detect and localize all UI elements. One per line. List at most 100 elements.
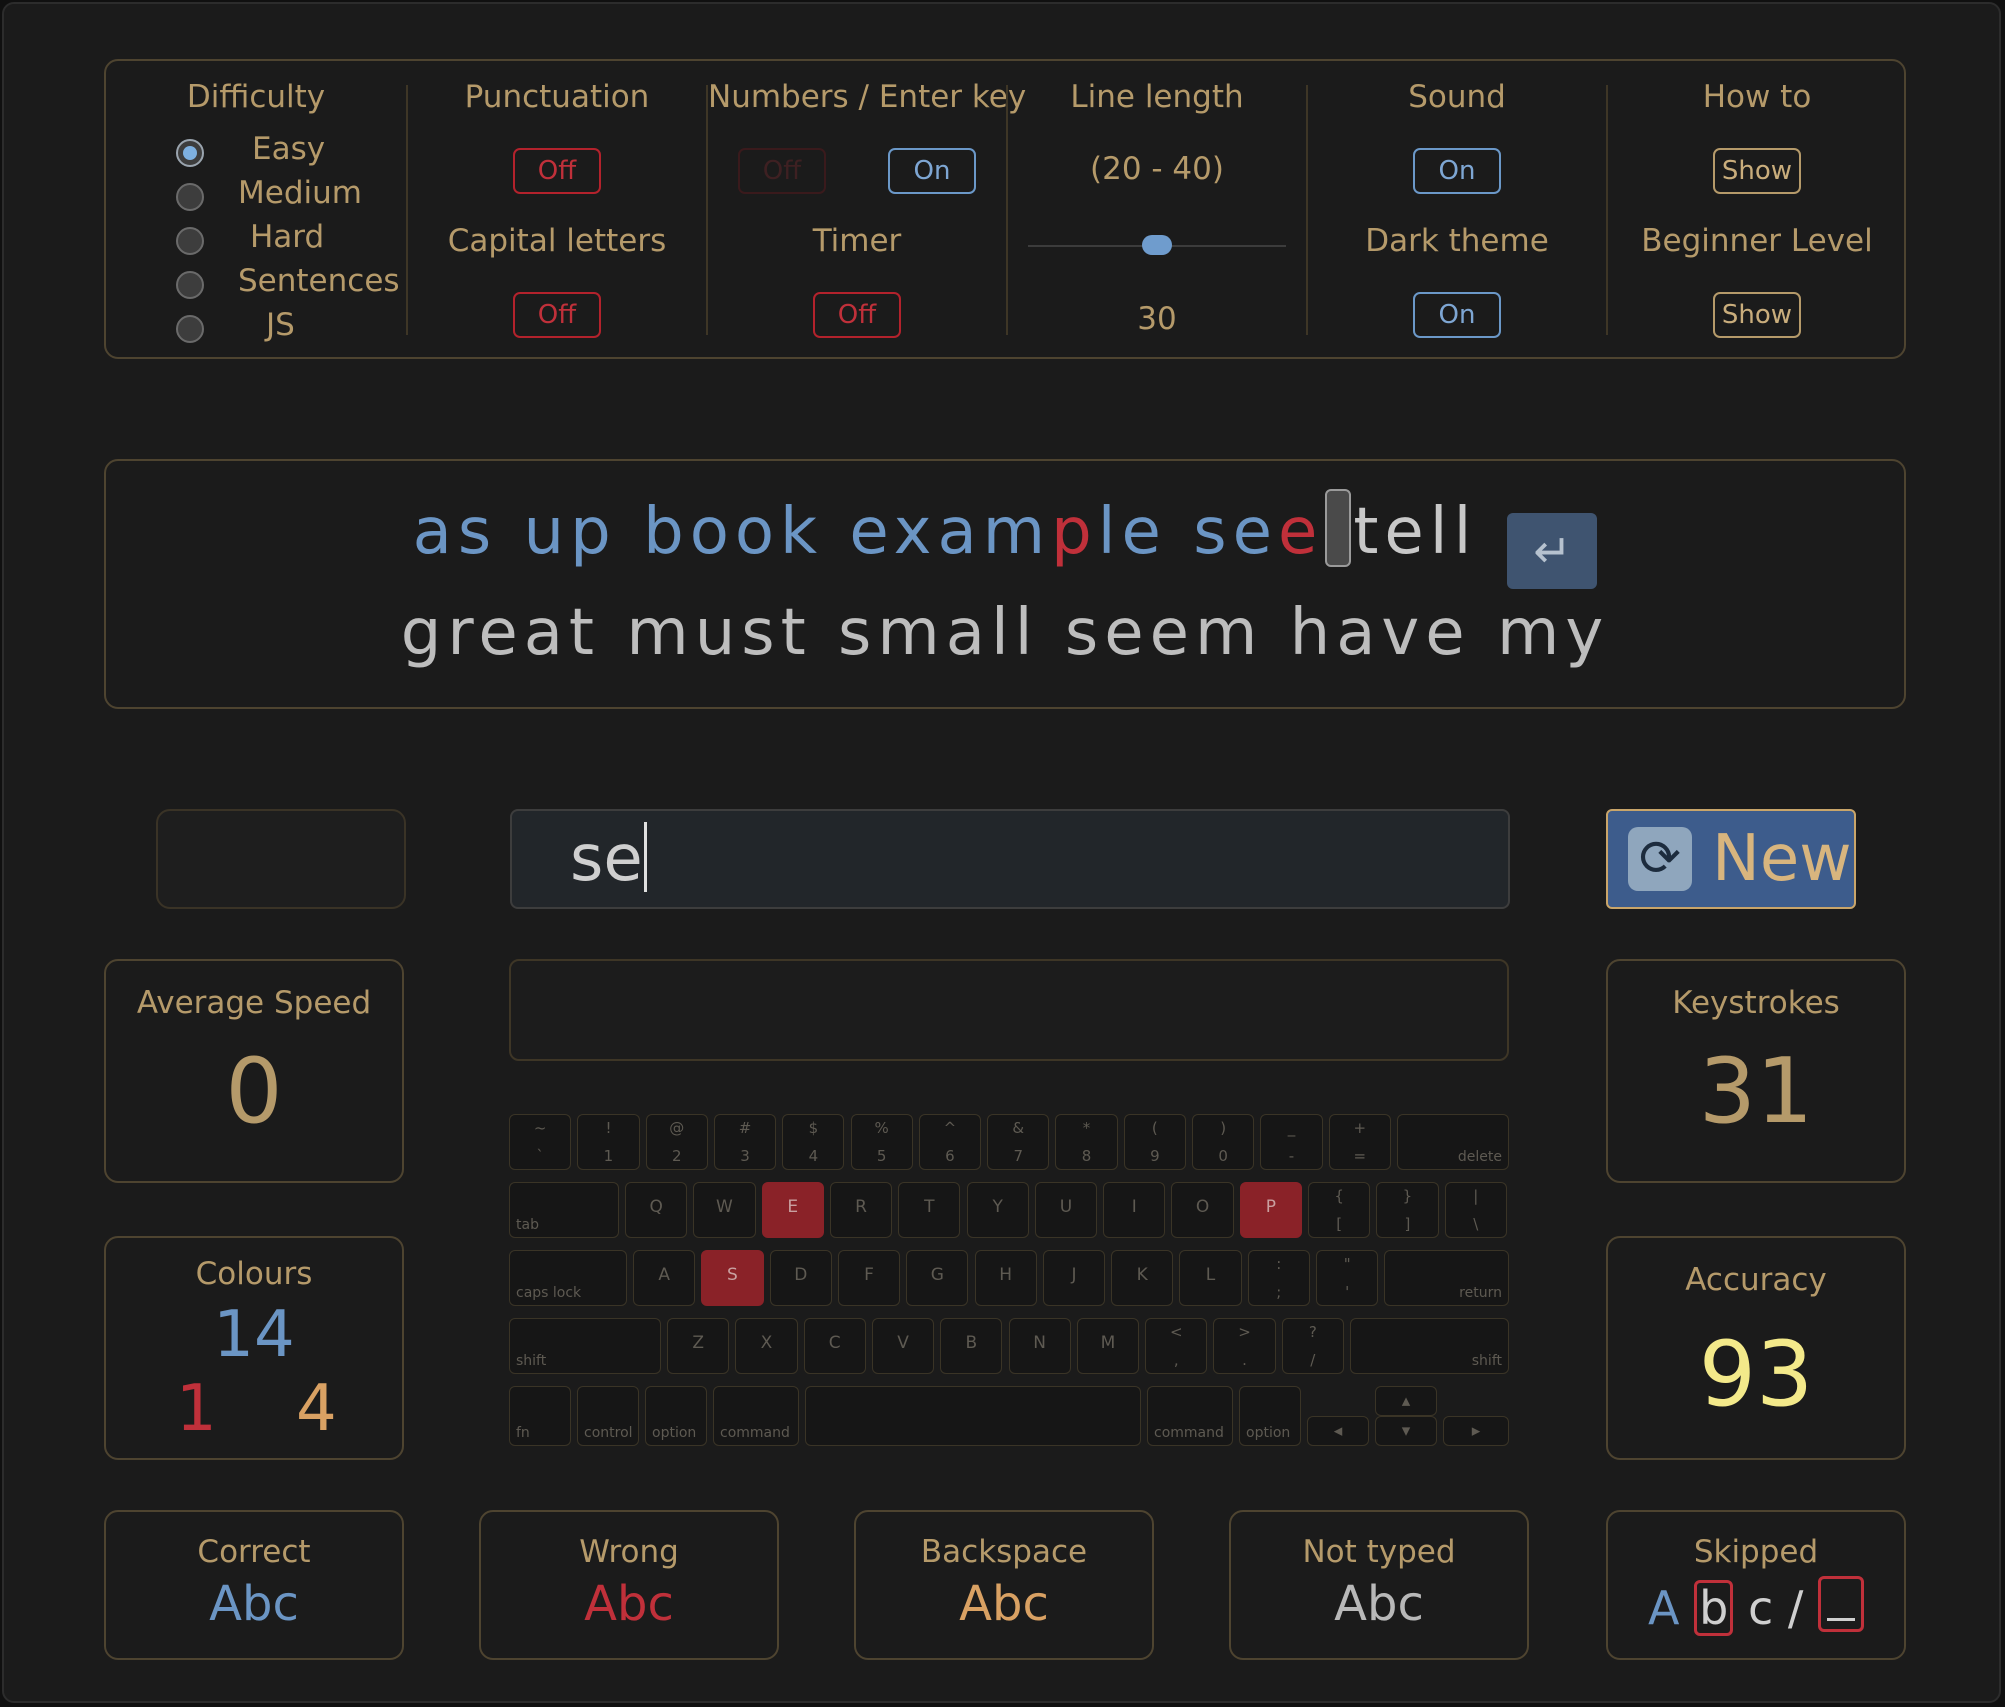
skipped-sample-c: c (1747, 1581, 1774, 1635)
text-line-next: great must small seem have my (400, 596, 1610, 670)
how-to-label: How to (1702, 79, 1812, 115)
radio-hard[interactable] (176, 221, 204, 261)
key-x: X (735, 1318, 798, 1374)
legend-wrong-sample: Abc (584, 1576, 674, 1632)
radio-easy-label[interactable]: Easy (252, 131, 325, 167)
skipped-sample-a: A (1648, 1581, 1680, 1635)
radio-sentences-label[interactable]: Sentences (238, 263, 400, 299)
how-to-show-button[interactable]: Show (1713, 148, 1801, 194)
keystrokes-card: Keystrokes 31 (1606, 959, 1906, 1183)
radio-button[interactable] (176, 271, 204, 299)
radio-button[interactable] (176, 139, 204, 167)
radio-medium[interactable] (176, 177, 204, 217)
legend-wrong-label: Wrong (579, 1534, 679, 1570)
key: }] (1376, 1182, 1439, 1238)
timer-toggle[interactable]: Off (813, 292, 901, 338)
radio-js-label[interactable]: JS (266, 307, 295, 343)
key-return: return (1384, 1250, 1509, 1306)
key-fn: fn (509, 1386, 571, 1446)
key: _ - (1260, 1114, 1323, 1170)
legend-correct: Correct Abc (104, 1510, 404, 1660)
line-length-value: 30 (1137, 301, 1177, 337)
line-length-label: Line length (1070, 79, 1244, 115)
key-tab: tab (509, 1182, 619, 1238)
dark-theme-toggle[interactable]: On (1413, 292, 1501, 338)
legend-correct-label: Correct (197, 1534, 311, 1570)
difficulty-label: Difficulty (186, 79, 326, 115)
legend-backspace-label: Backspace (920, 1534, 1088, 1570)
dark-theme-label: Dark theme (1365, 223, 1549, 259)
radio-js[interactable] (176, 309, 204, 349)
key-s: S (701, 1250, 764, 1306)
key-q: Q (625, 1182, 688, 1238)
numbers-enter-group: Numbers / Enter key Off On Timer Off (708, 61, 1026, 357)
punctuation-group: Punctuation Off Capital letters Off (408, 61, 706, 357)
side-field (156, 809, 406, 909)
enter-key-toggle[interactable]: On (888, 148, 976, 194)
radio-sentences[interactable] (176, 265, 204, 305)
key-shift-right: shift (1350, 1318, 1509, 1374)
radio-button[interactable] (176, 183, 204, 211)
capital-letters-label: Capital letters (447, 223, 667, 259)
key-o: O (1171, 1182, 1234, 1238)
key: #3 (713, 1114, 777, 1170)
punctuation-toggle[interactable]: Off (513, 148, 601, 194)
key-m: M (1076, 1318, 1140, 1374)
skipped-space-icon (1817, 1576, 1864, 1632)
typed-correct-text: as up book exam (412, 495, 1052, 569)
beginner-level-label: Beginner Level (1641, 223, 1873, 259)
radio-hard-label[interactable]: Hard (250, 219, 324, 255)
accuracy-value: 93 (1698, 1322, 1814, 1427)
colours-card: Colours 14 1 4 (104, 1236, 404, 1460)
radio-easy[interactable] (176, 133, 204, 173)
settings-panel: Difficulty Easy Medium Hard Sentences JS… (104, 59, 1906, 359)
typing-app: Difficulty Easy Medium Hard Sentences JS… (2, 2, 2001, 1703)
typing-input-value: se (570, 822, 643, 896)
key-option-right: option (1239, 1386, 1301, 1446)
legend-backspace-sample: Abc (959, 1576, 1049, 1632)
punctuation-label: Punctuation (464, 79, 650, 115)
key-arrow-down: ▾ (1375, 1416, 1437, 1446)
line-length-group: Line length (20 - 40) 30 (1008, 61, 1306, 357)
sound-group: Sound On Dark theme On (1308, 61, 1606, 357)
key-z: Z (667, 1318, 730, 1374)
legend-wrong: Wrong Abc (479, 1510, 779, 1660)
line-length-slider-thumb[interactable] (1142, 235, 1172, 255)
numbers-toggle[interactable]: Off (738, 148, 826, 194)
key-g: G (906, 1250, 969, 1306)
key-t: T (898, 1182, 961, 1238)
untyped-text: tell (1353, 495, 1478, 569)
typed-correct-text: le se (1097, 495, 1278, 569)
key-y: Y (966, 1182, 1029, 1238)
new-button[interactable]: ⟳ New (1606, 809, 1856, 909)
key-delete: delete (1396, 1114, 1509, 1170)
text-cursor (1325, 489, 1352, 567)
key: ~ ` (509, 1114, 572, 1170)
key-arrow-right: ▸ (1443, 1416, 1509, 1446)
legend-correct-sample: Abc (209, 1576, 299, 1632)
radio-medium-label[interactable]: Medium (238, 175, 362, 211)
line-length-range: (20 - 40) (1090, 151, 1224, 187)
refresh-icon: ⟳ (1628, 827, 1692, 891)
hint-field (509, 959, 1509, 1061)
key: @2 (645, 1114, 708, 1170)
keystrokes-label: Keystrokes (1672, 985, 1840, 1021)
radio-button[interactable] (176, 315, 204, 343)
key-command-right: command (1147, 1386, 1233, 1446)
key-arrow-up: ▴ (1375, 1386, 1437, 1416)
help-group: How to Show Beginner Level Show (1608, 61, 1906, 357)
typing-input[interactable]: se (510, 809, 1510, 909)
key: <, (1145, 1318, 1208, 1374)
key-option-left: option (645, 1386, 707, 1446)
key-a: A (633, 1250, 696, 1306)
timer-label: Timer (812, 223, 902, 259)
beginner-level-show-button[interactable]: Show (1713, 292, 1801, 338)
capital-letters-toggle[interactable]: Off (513, 292, 601, 338)
sound-toggle[interactable]: On (1413, 148, 1501, 194)
key: + = (1328, 1114, 1391, 1170)
key-k: K (1111, 1250, 1174, 1306)
average-speed-card: Average Speed 0 (104, 959, 404, 1183)
colours-correct-count: 14 (213, 1298, 295, 1372)
radio-button[interactable] (176, 227, 204, 255)
key-l: L (1179, 1250, 1242, 1306)
